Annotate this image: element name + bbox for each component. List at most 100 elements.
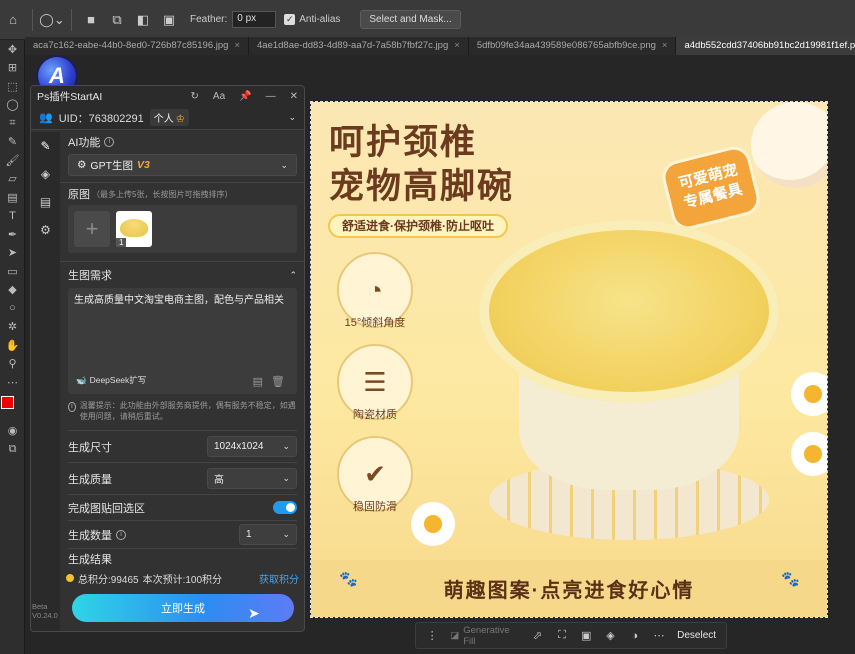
subtract-selection-icon[interactable]: ◧ (130, 7, 156, 33)
count-label: 生成数量 (68, 529, 112, 542)
feather-input[interactable]: 0 px (232, 11, 277, 28)
mouse-cursor: ➤ (248, 605, 260, 621)
layers-icon[interactable]: ◈ (31, 160, 60, 188)
more-tools-icon[interactable]: ⋯ (0, 373, 25, 392)
count-dropdown[interactable]: 1 ⌄ (239, 524, 297, 545)
panel-header: Ps插件StartAI ↻ Aa 📌 — ✕ (31, 86, 304, 106)
contextual-task-bar: ⋮ ◪ Generative Fill ⬀ ⛶ ▣ ◈ ◑ ⋯ Deselect (415, 622, 727, 649)
settings-icon[interactable]: ⚙ (31, 216, 60, 244)
home-icon[interactable]: ⌂ (0, 7, 26, 33)
divider (32, 8, 33, 31)
sparkle-icon: ⚙ (77, 159, 87, 171)
version-badge: V3 (137, 159, 150, 171)
font-size-button[interactable]: Aa (213, 91, 225, 102)
drag-handle-icon[interactable]: ⋮ (420, 622, 444, 649)
user-row[interactable]: 👥 UID：763802291 个人 ♔ ⌄ (31, 106, 304, 130)
deepseek-expand-button[interactable]: 🐋 DeepSeek扩写 (76, 373, 146, 387)
get-points-link[interactable]: 获取积分 (259, 571, 299, 586)
invert-icon[interactable]: ◑ (623, 622, 647, 649)
pin-icon[interactable]: 📌 (239, 91, 251, 102)
bowl-thumbnail (120, 219, 148, 237)
results-row: 生成结果 (68, 548, 297, 568)
size-row: 生成尺寸 1024x1024 ⌄ (68, 430, 297, 462)
zoom-tool-icon[interactable]: ⚲ (0, 355, 25, 374)
close-icon[interactable]: × (662, 40, 668, 51)
intersect-selection-icon[interactable]: ▣ (156, 7, 182, 33)
generate-button[interactable]: 立即生成 (72, 594, 294, 622)
title-line-1: 呵护颈椎 (329, 123, 478, 162)
deselect-button[interactable]: Deselect (671, 630, 722, 641)
info-icon: i (68, 402, 76, 412)
artboard-tool-icon[interactable]: ⊞ (0, 59, 25, 78)
close-icon[interactable]: ✕ (290, 91, 298, 102)
quick-mask-icon[interactable]: ◉ (0, 422, 25, 441)
refresh-icon[interactable]: ↻ (191, 91, 199, 102)
edit-icon[interactable]: ✎ (31, 132, 60, 160)
ai-function-dropdown[interactable]: ⚙ GPT生图 V3 ⌄ (68, 154, 297, 176)
tab-doc-1[interactable]: aca7c162-eabe-44b0-8ed0-726b87c85196.jpg… (25, 37, 250, 55)
estimated-cost: 本次预计:100积分 (142, 574, 223, 586)
quality-value: 高 (214, 475, 224, 486)
modify-selection-icon[interactable]: ⬀ (526, 622, 550, 649)
paint-bucket-icon[interactable]: ◆ (0, 281, 25, 300)
marquee-tool-icon[interactable]: ⬚ (0, 77, 25, 96)
new-selection-icon[interactable]: ■ (78, 7, 104, 33)
chevron-down-icon: ⌄ (282, 441, 290, 451)
color-swatches[interactable] (0, 392, 25, 422)
rectangle-tool-icon[interactable]: ▭ (0, 262, 25, 281)
tab-label: 4ae1d8ae-dd83-4d89-aa7d-7a58b7fbf27c.jpg (257, 40, 449, 51)
trash-icon[interactable]: 🗑 (271, 375, 285, 389)
add-image-button[interactable]: + (74, 211, 110, 247)
antialias-checkbox[interactable]: ✓ Anti-alias (284, 14, 340, 25)
path-select-tool-icon[interactable]: ➤ (0, 244, 25, 263)
close-icon[interactable]: × (234, 40, 240, 51)
count-row: 生成数量 i 1 ⌄ (68, 520, 297, 548)
paste-back-toggle[interactable] (273, 501, 297, 514)
tab-doc-2[interactable]: 4ae1d8ae-dd83-4d89-aa7d-7a58b7fbf27c.jpg… (249, 37, 469, 55)
type-tool-icon[interactable]: T (0, 207, 25, 226)
ai-function-title: AI功能 i (68, 134, 297, 150)
tab-doc-4[interactable]: a4db552cdd37406bb91bc2d19981f1ef.png @ 1… (676, 37, 855, 55)
close-icon[interactable]: × (454, 40, 460, 51)
quality-dropdown[interactable]: 高 ⌄ (207, 468, 297, 489)
screen-mode-icon[interactable]: ⧉ (0, 440, 25, 459)
ellipse-tool-icon[interactable]: ○ (0, 299, 25, 318)
move-tool-icon[interactable]: ✥ (0, 40, 25, 59)
transform-selection-icon[interactable]: ⛶ (550, 622, 574, 649)
user-icon: 👥 (39, 112, 53, 124)
flower-decoration (791, 372, 827, 416)
chevron-down-icon[interactable]: ⌄ (288, 112, 296, 123)
pen-tool-icon[interactable]: ✒ (0, 225, 25, 244)
mask-icon[interactable]: ▣ (574, 622, 598, 649)
crop-tool-icon[interactable]: ⌗ (0, 114, 25, 133)
add-selection-icon[interactable]: ⧉ (104, 7, 130, 33)
uploaded-image-thumb[interactable]: 1 (116, 211, 152, 247)
size-dropdown[interactable]: 1024x1024 ⌄ (207, 436, 297, 457)
info-icon[interactable]: i (104, 137, 115, 147)
tab-doc-3[interactable]: 5dfb09fe34aa439589e086765abfb9ce.png × (469, 37, 677, 55)
hand-tool-icon[interactable]: ✋ (0, 336, 25, 355)
brush-tool-icon[interactable]: 🖌 (0, 151, 25, 170)
document-canvas[interactable]: 呵护颈椎 宠物高脚碗 舒适进食·保护颈椎·防止呕吐 可爱萌宠 专属餐具 ◔ 15… (310, 101, 828, 618)
more-icon[interactable]: ⋯ (647, 622, 671, 649)
select-and-mask-button[interactable]: Select and Mask... (360, 10, 461, 29)
tab-label: aca7c162-eabe-44b0-8ed0-726b87c85196.jpg (33, 40, 229, 51)
document-tabs: aca7c162-eabe-44b0-8ed0-726b87c85196.jpg… (25, 37, 855, 55)
eyedropper-tool-icon[interactable]: ✎ (0, 133, 25, 152)
minimize-icon[interactable]: — (266, 91, 276, 102)
document-icon[interactable]: ▤ (31, 188, 60, 216)
gradient-tool-icon[interactable]: ▤ (0, 188, 25, 207)
account-type-badge: 个人 ♔ (149, 109, 189, 126)
foreground-color[interactable] (1, 395, 14, 409)
lasso-tool-icon[interactable]: ◯⌄ (39, 7, 65, 33)
history-icon[interactable]: ▤ (253, 375, 263, 389)
ai-function-value: GPT生图 (90, 159, 134, 172)
prompt-textarea[interactable]: 生成高质量中文淘宝电商主图，配色与产品相关 🐋 DeepSeek扩写 ▤ 🗑 (68, 288, 297, 394)
lasso-tool-icon[interactable]: ◯ (0, 96, 25, 115)
eraser-tool-icon[interactable]: ▱ (0, 170, 25, 189)
fill-icon[interactable]: ◈ (598, 622, 622, 649)
info-icon[interactable]: i (116, 529, 126, 540)
generative-fill-button[interactable]: ◪ Generative Fill (444, 625, 525, 647)
stamp-tool-icon[interactable]: ✲ (0, 318, 25, 337)
chevron-up-icon[interactable]: ⌃ (289, 270, 297, 281)
